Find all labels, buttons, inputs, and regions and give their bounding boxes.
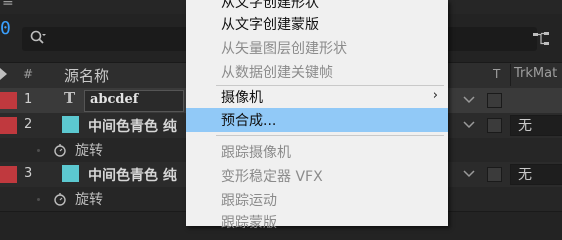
menu-item-warp-stabilizer: 变形稳定器 VFX xyxy=(186,164,448,188)
menu-item-label: 从文字创建形状 xyxy=(221,0,319,11)
dot-marker xyxy=(37,149,40,152)
menu-item-create-mask-from-text[interactable]: 从文字创建蒙版 xyxy=(186,12,448,36)
menu-item-keyframes-from-data: 从数据创建关键帧 xyxy=(186,60,448,84)
menu-item-precompose[interactable]: 预合成... xyxy=(186,108,448,132)
search-icon[interactable] xyxy=(30,30,46,46)
chevron-down-icon[interactable] xyxy=(458,91,480,109)
menu-item-label: 跟踪运动 xyxy=(221,193,277,209)
menu-item-label: 预合成... xyxy=(221,113,277,129)
layer-name[interactable]: 中间色青色 纯 xyxy=(88,116,177,136)
header-divider xyxy=(510,64,511,86)
header-number: # xyxy=(23,67,34,81)
stopwatch-icon[interactable] xyxy=(53,143,67,157)
property-label: 旋转 xyxy=(75,143,103,159)
t-checkbox[interactable] xyxy=(487,93,502,108)
property-label: 旋转 xyxy=(75,192,103,208)
menu-item-label: 跟踪摄像机 xyxy=(221,145,291,161)
menu-item-label: 从文字创建蒙版 xyxy=(221,17,319,33)
timecode-fragment[interactable]: 0 xyxy=(0,18,11,39)
layer-name[interactable]: abcdef xyxy=(90,92,138,107)
menu-item-label: 摄像机 xyxy=(221,90,263,106)
text-layer-icon: T xyxy=(64,89,76,107)
menu-item-camera[interactable]: 摄像机 › xyxy=(186,85,448,109)
trkmat-value: 无 xyxy=(518,118,532,134)
header-source-name[interactable]: 源名称 xyxy=(64,65,109,86)
label-color-swatch[interactable] xyxy=(0,166,17,183)
chevron-down-icon[interactable] xyxy=(458,165,480,183)
solid-layer-icon xyxy=(62,116,79,133)
chevron-down-icon[interactable] xyxy=(458,116,480,134)
menu-item-track-camera: 跟踪摄像机 xyxy=(186,140,448,164)
stopwatch-icon[interactable] xyxy=(53,192,67,206)
layer-name[interactable]: 中间色青色 纯 xyxy=(88,165,177,185)
layer-number: 1 xyxy=(24,92,33,107)
trkmat-value: 无 xyxy=(518,167,532,183)
menu-item-create-shape-from-vector: 从矢量图层创建形状 xyxy=(186,36,448,60)
context-menu: 从文字创建形状 从文字创建蒙版 从矢量图层创建形状 从数据创建关键帧 摄像机 ›… xyxy=(186,0,448,231)
chevron-right-icon: › xyxy=(432,88,438,103)
menu-separator xyxy=(216,135,444,136)
flowchart-icon[interactable] xyxy=(532,31,552,47)
menu-item-label: 从数据创建关键帧 xyxy=(221,65,333,81)
menu-item-label: 变形稳定器 VFX xyxy=(221,169,323,185)
label-color-swatch[interactable] xyxy=(0,92,17,109)
menu-item-label: 从矢量图层创建形状 xyxy=(221,41,347,57)
menu-item-track-motion: 跟踪运动 xyxy=(186,188,448,212)
panel-menu-icon[interactable]: ≡ xyxy=(2,0,14,10)
header-expand-icon[interactable] xyxy=(0,68,7,80)
header-t[interactable]: T xyxy=(493,67,500,81)
layer-number: 2 xyxy=(24,117,33,132)
t-checkbox[interactable] xyxy=(487,167,502,182)
menu-item-label: 跟踪蒙版 xyxy=(221,215,277,231)
label-color-swatch[interactable] xyxy=(0,117,17,134)
t-checkbox[interactable] xyxy=(487,118,502,133)
solid-layer-icon xyxy=(62,165,79,182)
layer-number: 3 xyxy=(24,166,33,181)
header-trkmat[interactable]: TrkMat xyxy=(514,66,557,81)
menu-item-track-mask: 跟踪蒙版 xyxy=(186,210,448,234)
dot-marker xyxy=(37,198,40,201)
